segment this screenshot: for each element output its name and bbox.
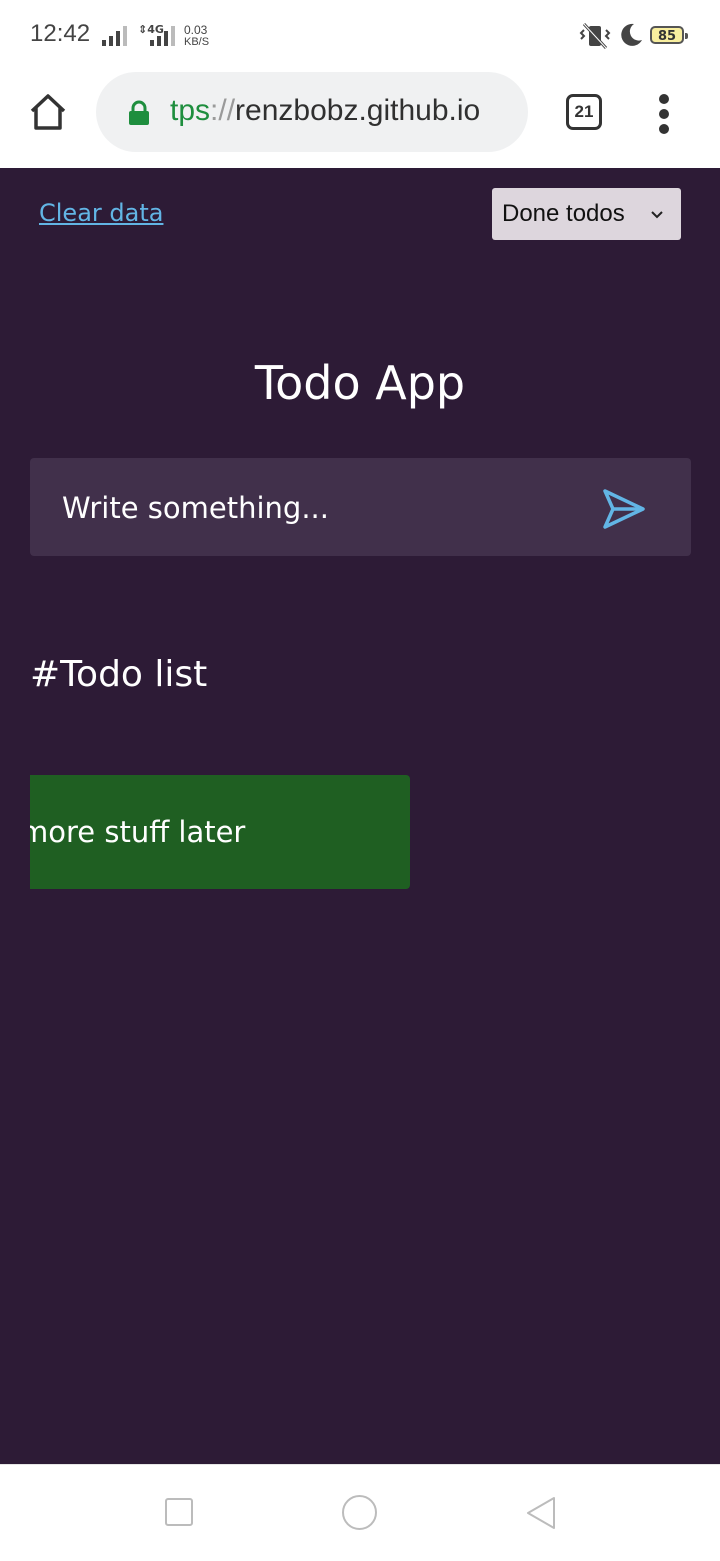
todo-list-heading: #Todo list <box>30 654 208 695</box>
clear-data-link[interactable]: Clear data <box>39 199 163 227</box>
browser-toolbar: tps://renzbobz.github.io 21 <box>0 72 720 168</box>
do-not-disturb-moon-icon <box>621 23 642 46</box>
speed-value: 0.03 <box>184 23 208 37</box>
todo-filter-select[interactable]: Done todos <box>492 188 681 240</box>
back-icon[interactable] <box>524 1495 558 1531</box>
system-nav-bar <box>0 1464 720 1561</box>
lock-icon <box>129 100 149 125</box>
recent-apps-icon[interactable] <box>165 1498 193 1526</box>
battery-indicator: 85 <box>650 26 688 44</box>
address-bar[interactable]: tps://renzbobz.github.io <box>96 72 528 152</box>
status-bar: 12:42 ⇕4G 0.03 KB/S 85 <box>0 0 720 72</box>
todo-input[interactable] <box>60 458 604 558</box>
url-text: tps://renzbobz.github.io <box>170 94 481 127</box>
home-circle-icon[interactable] <box>342 1495 377 1530</box>
browser-menu-icon[interactable] <box>654 94 674 134</box>
tab-switcher-button[interactable]: 21 <box>566 94 602 130</box>
todo-input-container <box>30 458 691 558</box>
todo-item[interactable]: more stuff later <box>30 775 410 889</box>
send-icon[interactable] <box>600 486 648 532</box>
status-time: 12:42 <box>30 20 91 47</box>
signal-strength-icon-2 <box>150 24 175 46</box>
network-speed: 0.03 KB/S <box>184 24 209 48</box>
chevron-down-icon <box>651 211 663 219</box>
home-icon[interactable] <box>26 90 70 134</box>
speed-unit: KB/S <box>184 36 210 48</box>
app-title: Todo App <box>254 356 466 410</box>
todo-item-text: more stuff later <box>30 815 246 849</box>
signal-strength-icon <box>102 24 127 46</box>
vibrate-off-icon <box>579 22 611 50</box>
filter-selected-value: Done todos <box>502 200 625 227</box>
